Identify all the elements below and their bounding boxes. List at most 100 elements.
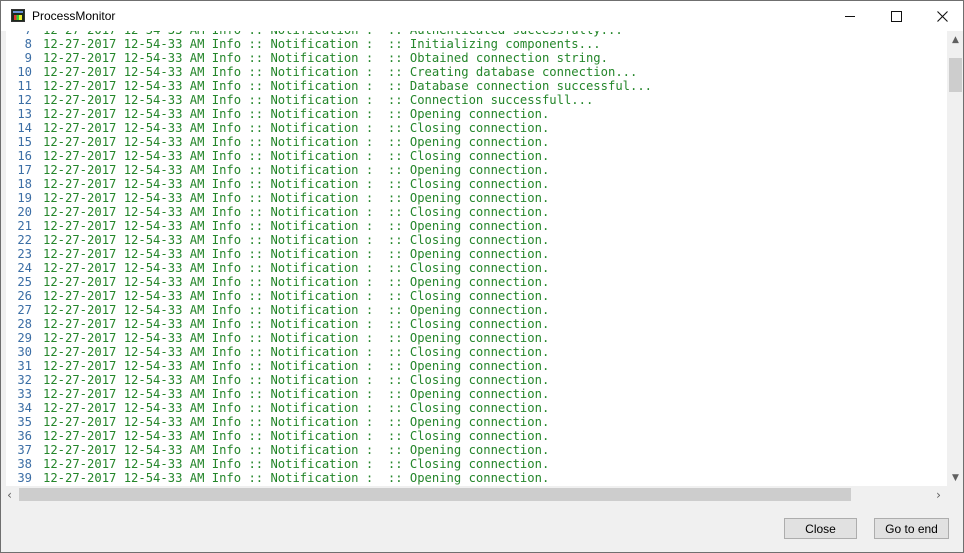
log-text: 12-27-2017 12-54-33 AM Info :: Notificat… [43, 261, 550, 275]
log-text: 12-27-2017 12-54-33 AM Info :: Notificat… [43, 401, 550, 415]
log-row: 9 12-27-2017 12-54-33 AM Info :: Notifica… [6, 51, 947, 65]
line-number: 30 [17, 345, 32, 359]
log-row: 22 12-27-2017 12-54-33 AM Info :: Notific… [6, 233, 947, 247]
log-viewer[interactable]: 712-27-2017 12-54-33 AM Info :: Notifica… [6, 31, 963, 503]
log-text: 12-27-2017 12-54-33 AM Info :: Notificat… [43, 247, 550, 261]
log-text: 12-27-2017 12-54-33 AM Info :: Notificat… [43, 205, 550, 219]
line-number: 19 [17, 191, 32, 205]
go-to-end-button[interactable]: Go to end [874, 518, 949, 539]
maximize-button[interactable] [873, 1, 919, 31]
line-number: 34 [17, 401, 32, 415]
log-row: 10 12-27-2017 12-54-33 AM Info :: Notific… [6, 65, 947, 79]
line-number: 39 [17, 471, 32, 485]
log-text: 12-27-2017 12-54-33 AM Info :: Notificat… [43, 345, 550, 359]
log-text: 12-27-2017 12-54-33 AM Info :: Notificat… [43, 331, 550, 345]
log-lines: 712-27-2017 12-54-33 AM Info :: Notifica… [6, 31, 947, 485]
line-number: 13 [17, 107, 32, 121]
log-text: 12-27-2017 12-54-33 AM Info :: Notificat… [43, 457, 550, 471]
line-number: 35 [17, 415, 32, 429]
line-number: 8 [24, 37, 32, 51]
log-row: 26 12-27-2017 12-54-33 AM Info :: Notific… [6, 289, 947, 303]
line-number: 33 [17, 387, 32, 401]
log-text: 12-27-2017 12-54-33 AM Info :: Notificat… [43, 233, 550, 247]
line-number: 17 [17, 163, 32, 177]
process-monitor-window: ProcessMonitor 712-27-2017 12-54-33 AM I… [0, 0, 964, 553]
line-number: 14 [17, 121, 32, 135]
line-number: 21 [17, 219, 32, 233]
log-row: 38 12-27-2017 12-54-33 AM Info :: Notific… [6, 457, 947, 471]
log-text: 12-27-2017 12-54-33 AM Info :: Notificat… [43, 303, 550, 317]
line-number: 25 [17, 275, 32, 289]
horizontal-scrollbar[interactable]: ‹ › [1, 486, 947, 503]
log-text: 12-27-2017 12-54-33 AM Info :: Notificat… [43, 191, 550, 205]
line-number: 31 [17, 359, 32, 373]
log-text: 12-27-2017 12-54-33 AM Info :: Notificat… [43, 387, 550, 401]
log-row: 29 12-27-2017 12-54-33 AM Info :: Notific… [6, 331, 947, 345]
log-text: 12-27-2017 12-54-33 AM Info :: Notificat… [43, 289, 550, 303]
log-row: 15 12-27-2017 12-54-33 AM Info :: Notific… [6, 135, 947, 149]
line-number: 11 [17, 79, 32, 93]
log-row: 37 12-27-2017 12-54-33 AM Info :: Notific… [6, 443, 947, 457]
log-text: 12-27-2017 12-54-33 AM Info :: Notificat… [43, 93, 594, 107]
log-row: 35 12-27-2017 12-54-33 AM Info :: Notific… [6, 415, 947, 429]
log-row: 39 12-27-2017 12-54-33 AM Info :: Notific… [6, 471, 947, 485]
line-number: 22 [17, 233, 32, 247]
line-number: 23 [17, 247, 32, 261]
scrollbar-corner [947, 486, 963, 503]
process-monitor-app-icon [11, 9, 25, 22]
log-row: 11 12-27-2017 12-54-33 AM Info :: Notific… [6, 79, 947, 93]
maximize-icon [890, 10, 902, 22]
vertical-scroll-thumb[interactable] [949, 58, 962, 92]
log-text: 12-27-2017 12-54-33 AM Info :: Notificat… [43, 443, 550, 457]
log-row: 23 12-27-2017 12-54-33 AM Info :: Notific… [6, 247, 947, 261]
log-text: 12-27-2017 12-54-33 AM Info :: Notificat… [43, 275, 550, 289]
log-text: 12-27-2017 12-54-33 AM Info :: Notificat… [43, 37, 601, 51]
log-row: 21 12-27-2017 12-54-33 AM Info :: Notific… [6, 219, 947, 233]
line-number: 16 [17, 149, 32, 163]
log-text: 12-27-2017 12-54-33 AM Info :: Notificat… [43, 471, 550, 485]
horizontal-scroll-thumb[interactable] [19, 488, 851, 501]
scroll-left-icon[interactable]: ‹ [1, 486, 18, 503]
vertical-scrollbar[interactable]: ▲ ▼ [947, 31, 963, 486]
log-row: 36 12-27-2017 12-54-33 AM Info :: Notific… [6, 429, 947, 443]
minimize-button[interactable] [827, 1, 873, 31]
scroll-right-icon[interactable]: › [930, 486, 947, 503]
close-button[interactable]: Close [784, 518, 857, 539]
line-number: 37 [17, 443, 32, 457]
log-text: 12-27-2017 12-54-33 AM Info :: Notificat… [43, 177, 550, 191]
log-text: 12-27-2017 12-54-33 AM Info :: Notificat… [43, 317, 550, 331]
log-row: 30 12-27-2017 12-54-33 AM Info :: Notific… [6, 345, 947, 359]
line-number: 20 [17, 205, 32, 219]
log-row: 31 12-27-2017 12-54-33 AM Info :: Notific… [6, 359, 947, 373]
log-row: 28 12-27-2017 12-54-33 AM Info :: Notific… [6, 317, 947, 331]
scroll-down-icon[interactable]: ▼ [947, 469, 963, 486]
log-text: 12-27-2017 12-54-33 AM Info :: Notificat… [43, 51, 608, 65]
line-number: 9 [24, 51, 32, 65]
log-row: 18 12-27-2017 12-54-33 AM Info :: Notific… [6, 177, 947, 191]
log-row: 13 12-27-2017 12-54-33 AM Info :: Notific… [6, 107, 947, 121]
line-number: 38 [17, 457, 32, 471]
line-number: 24 [17, 261, 32, 275]
log-text: 12-27-2017 12-54-33 AM Info :: Notificat… [43, 429, 550, 443]
log-text: 12-27-2017 12-54-33 AM Info :: Notificat… [43, 107, 550, 121]
window-title: ProcessMonitor [32, 9, 116, 23]
line-number: 29 [17, 331, 32, 345]
log-row: 14 12-27-2017 12-54-33 AM Info :: Notific… [6, 121, 947, 135]
log-row: 20 12-27-2017 12-54-33 AM Info :: Notific… [6, 205, 947, 219]
close-window-button[interactable] [919, 1, 963, 31]
log-row: 12 12-27-2017 12-54-33 AM Info :: Notific… [6, 93, 947, 107]
scroll-up-icon[interactable]: ▲ [947, 31, 963, 48]
log-text: 12-27-2017 12-54-33 AM Info :: Notificat… [43, 373, 550, 387]
log-row: 24 12-27-2017 12-54-33 AM Info :: Notific… [6, 261, 947, 275]
close-icon [936, 10, 948, 22]
log-row: 33 12-27-2017 12-54-33 AM Info :: Notific… [6, 387, 947, 401]
log-text: 12-27-2017 12-54-33 AM Info :: Notificat… [43, 135, 550, 149]
log-row: 27 12-27-2017 12-54-33 AM Info :: Notific… [6, 303, 947, 317]
log-row: 32 12-27-2017 12-54-33 AM Info :: Notific… [6, 373, 947, 387]
log-text: 12-27-2017 12-54-33 AM Info :: Notificat… [43, 79, 653, 93]
line-number: 10 [17, 65, 32, 79]
line-number: 27 [17, 303, 32, 317]
line-number: 15 [17, 135, 32, 149]
title-bar[interactable]: ProcessMonitor [1, 1, 963, 31]
line-number: 26 [17, 289, 32, 303]
